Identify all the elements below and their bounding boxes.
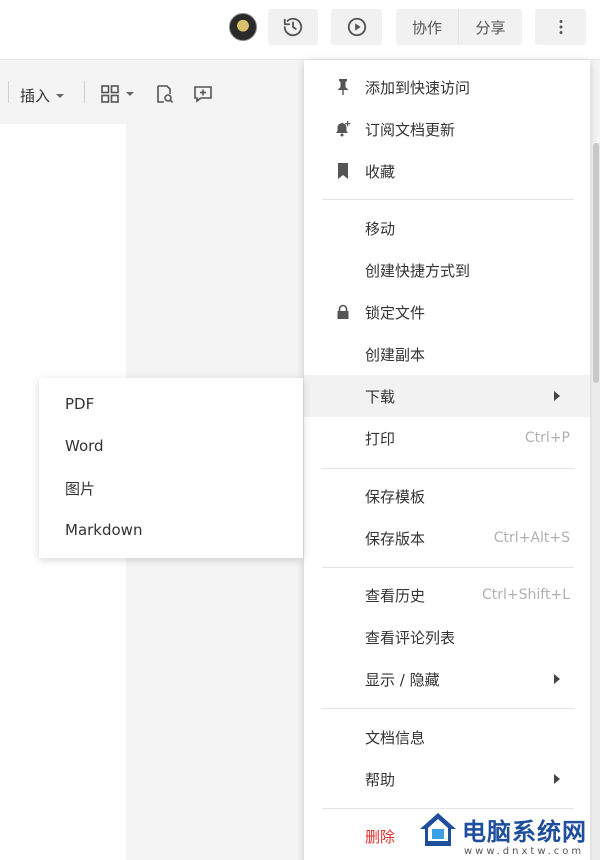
house-logo-icon [420, 813, 456, 846]
menu-item-create-shortcut[interactable]: 创建快捷方式到 [304, 249, 590, 291]
menu-item-label: 查看评论列表 [365, 628, 456, 647]
menu-item-label: 打印 [365, 429, 396, 448]
menu-item-label: 订阅文档更新 [365, 120, 456, 139]
menu-item-show-hide[interactable]: 显示 / 隐藏 [304, 658, 590, 700]
avatar[interactable] [229, 13, 257, 41]
menu-item-favorite[interactable]: 收藏 [304, 150, 590, 192]
history-icon [283, 17, 303, 37]
editor-toolbar: 插入 [0, 61, 305, 123]
menu-item-label: 保存版本 [365, 529, 426, 548]
menu-item-move[interactable]: 移动 [304, 207, 590, 249]
chevron-right-icon [554, 674, 560, 684]
play-icon [347, 17, 366, 37]
search-doc-icon [157, 85, 174, 104]
caret-down-icon [126, 92, 134, 96]
menu-item-label: 移动 [365, 219, 396, 238]
menu-item-create-copy[interactable]: 创建副本 [304, 333, 590, 375]
chevron-right-icon [554, 774, 560, 784]
menu-item-view-history[interactable]: 查看历史 Ctrl+Shift+L [304, 574, 590, 616]
add-comment-button[interactable] [193, 84, 213, 104]
menu-divider [322, 199, 574, 200]
share-button[interactable]: 分享 [458, 9, 522, 45]
shortcut-hint: Ctrl+Alt+S [493, 530, 570, 546]
more-menu: 添加到快速访问 订阅文档更新 收藏 移动 创建快捷方式到 锁定文件 创建副本 下… [304, 60, 590, 860]
scrollbar-thumb[interactable] [593, 143, 599, 383]
menu-item-download[interactable]: 下载 [304, 375, 590, 417]
insert-dropdown[interactable]: 插入 [20, 85, 65, 106]
menu-item-label: 帮助 [365, 770, 396, 789]
more-vertical-icon [559, 20, 562, 34]
bookmark-icon [334, 162, 352, 180]
bell-plus-icon [334, 120, 352, 138]
menu-item-label: 创建快捷方式到 [365, 261, 471, 280]
shortcut-hint: Ctrl+P [524, 430, 570, 446]
history-button[interactable] [268, 9, 318, 45]
toolbar-divider [8, 81, 9, 103]
present-button[interactable] [331, 9, 382, 45]
submenu-item-word[interactable]: Word [39, 425, 303, 467]
caret-down-icon [56, 93, 65, 98]
menu-item-save-template[interactable]: 保存模板 [304, 475, 590, 517]
chevron-right-icon [554, 391, 560, 401]
top-header: 协作 分享 [0, 0, 600, 60]
submenu-item-image[interactable]: 图片 [39, 467, 303, 509]
shortcut-hint: Ctrl+Shift+L [482, 587, 570, 603]
menu-item-print[interactable]: 打印 Ctrl+P [304, 417, 590, 459]
menu-item-lock-file[interactable]: 锁定文件 [304, 291, 590, 333]
menu-item-label: 锁定文件 [365, 303, 426, 322]
grid-icon [101, 85, 119, 103]
menu-item-help[interactable]: 帮助 [304, 758, 590, 800]
insert-label: 插入 [20, 87, 51, 105]
menu-divider [322, 567, 574, 568]
menu-item-add-quick-access[interactable]: 添加到快速访问 [304, 66, 590, 108]
toolbar-divider [84, 81, 85, 103]
menu-item-doc-info[interactable]: 文档信息 [304, 716, 590, 758]
comment-add-icon [194, 86, 212, 103]
menu-item-save-version[interactable]: 保存版本 Ctrl+Alt+S [304, 517, 590, 559]
menu-item-label: 显示 / 隐藏 [365, 670, 440, 689]
menu-item-label: 文档信息 [365, 728, 426, 747]
menu-divider [322, 468, 574, 469]
menu-item-view-comments[interactable]: 查看评论列表 [304, 616, 590, 658]
submenu-item-markdown[interactable]: Markdown [39, 509, 303, 551]
menu-item-label: 删除 [365, 827, 396, 846]
menu-divider [322, 708, 574, 709]
watermark-text: 电脑系统网 [462, 818, 587, 846]
menu-item-subscribe-updates[interactable]: 订阅文档更新 [304, 108, 590, 150]
submenu-item-pdf[interactable]: PDF [39, 383, 303, 425]
menu-item-label: 添加到快速访问 [365, 78, 471, 97]
find-in-doc-button[interactable] [154, 84, 174, 104]
menu-item-label: 收藏 [365, 162, 396, 181]
menu-item-label: 保存模板 [365, 487, 426, 506]
site-watermark: 电脑系统网 www.dnxtw.com [414, 808, 600, 860]
menu-item-label: 查看历史 [365, 586, 426, 605]
lock-icon [334, 303, 352, 321]
download-submenu: PDF Word 图片 Markdown [39, 378, 303, 558]
menu-item-label: 创建副本 [365, 345, 426, 364]
layout-dropdown[interactable] [100, 84, 134, 104]
menu-item-label: 下载 [365, 387, 396, 406]
watermark-url: www.dnxtw.com [464, 846, 585, 857]
pin-icon [334, 78, 352, 96]
more-button[interactable] [535, 9, 586, 45]
collaborate-button[interactable]: 协作 [396, 9, 458, 45]
